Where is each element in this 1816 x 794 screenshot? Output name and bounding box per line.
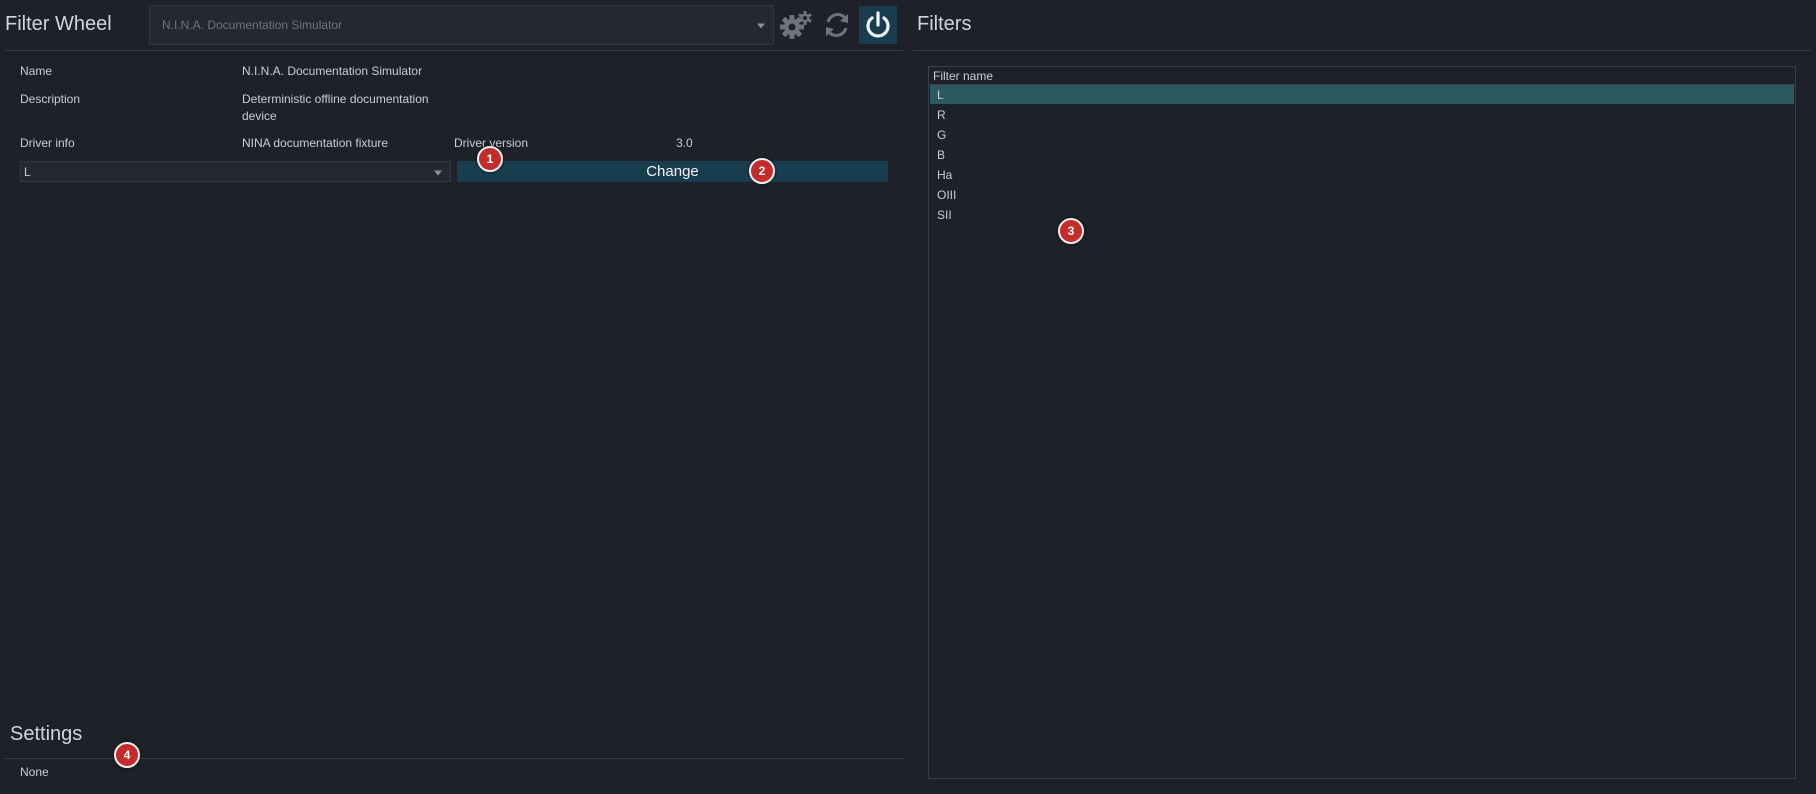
callout-badge-4: 4 — [114, 742, 140, 768]
driver-info-value: NINA documentation fixture — [242, 136, 389, 150]
device-settings-button[interactable] — [778, 7, 814, 43]
refresh-devices-button[interactable] — [819, 7, 855, 43]
settings-gears-icon — [780, 11, 812, 39]
filter-row-b[interactable]: B — [930, 145, 1794, 164]
filter-row-oiii[interactable]: OIII — [930, 185, 1794, 204]
filter-row-label: R — [937, 108, 946, 122]
description-value-line2: device — [242, 109, 277, 123]
filters-divider — [913, 50, 1811, 51]
callout-badge-1: 1 — [477, 146, 503, 172]
name-label: Name — [20, 64, 53, 78]
settings-divider — [5, 758, 903, 759]
filter-row-label: G — [937, 128, 947, 142]
filter-wheel-title: Filter Wheel — [5, 13, 112, 35]
settings-title: Settings — [10, 723, 83, 745]
filter-selector-value: L — [24, 164, 31, 179]
filter-row-label: OIII — [937, 188, 957, 202]
filter-row-label: L — [937, 88, 944, 102]
driver-version-value: 3.0 — [676, 136, 693, 150]
header-divider — [5, 50, 903, 51]
filter-row-label: B — [937, 148, 946, 162]
callout-badge-3: 3 — [1058, 218, 1084, 244]
change-filter-button[interactable]: Change — [457, 161, 888, 182]
settings-value: None — [20, 765, 49, 779]
description-label: Description — [20, 92, 81, 106]
device-selector-value: N.I.N.A. Documentation Simulator — [162, 18, 343, 32]
filter-row-r[interactable]: R — [930, 105, 1794, 124]
refresh-icon — [826, 13, 848, 37]
filters-title: Filters — [917, 13, 972, 35]
callout-badge-2: 2 — [749, 158, 775, 184]
filter-row-sii[interactable]: SII — [930, 205, 1794, 224]
filter-row-g[interactable]: G — [930, 125, 1794, 144]
filter-row-label: Ha — [937, 168, 953, 182]
filters-grid[interactable]: Filter name L R G B Ha OIII SII — [928, 66, 1796, 779]
dropdown-arrow-icon — [757, 23, 765, 29]
connect-power-button[interactable] — [859, 6, 897, 44]
name-value: N.I.N.A. Documentation Simulator — [242, 64, 423, 78]
description-value-line1: Deterministic offline documentation — [242, 92, 429, 106]
power-icon — [866, 11, 890, 38]
dropdown-arrow-icon — [434, 170, 442, 175]
filter-row-label: SII — [937, 208, 952, 222]
filter-row-ha[interactable]: Ha — [930, 165, 1794, 184]
filter-name-column-header[interactable]: Filter name — [933, 69, 993, 83]
driver-info-label: Driver info — [20, 136, 75, 150]
filter-row-l[interactable]: L — [930, 85, 1794, 104]
device-selector[interactable]: N.I.N.A. Documentation Simulator — [149, 5, 774, 45]
filter-selector[interactable]: L — [20, 161, 451, 182]
